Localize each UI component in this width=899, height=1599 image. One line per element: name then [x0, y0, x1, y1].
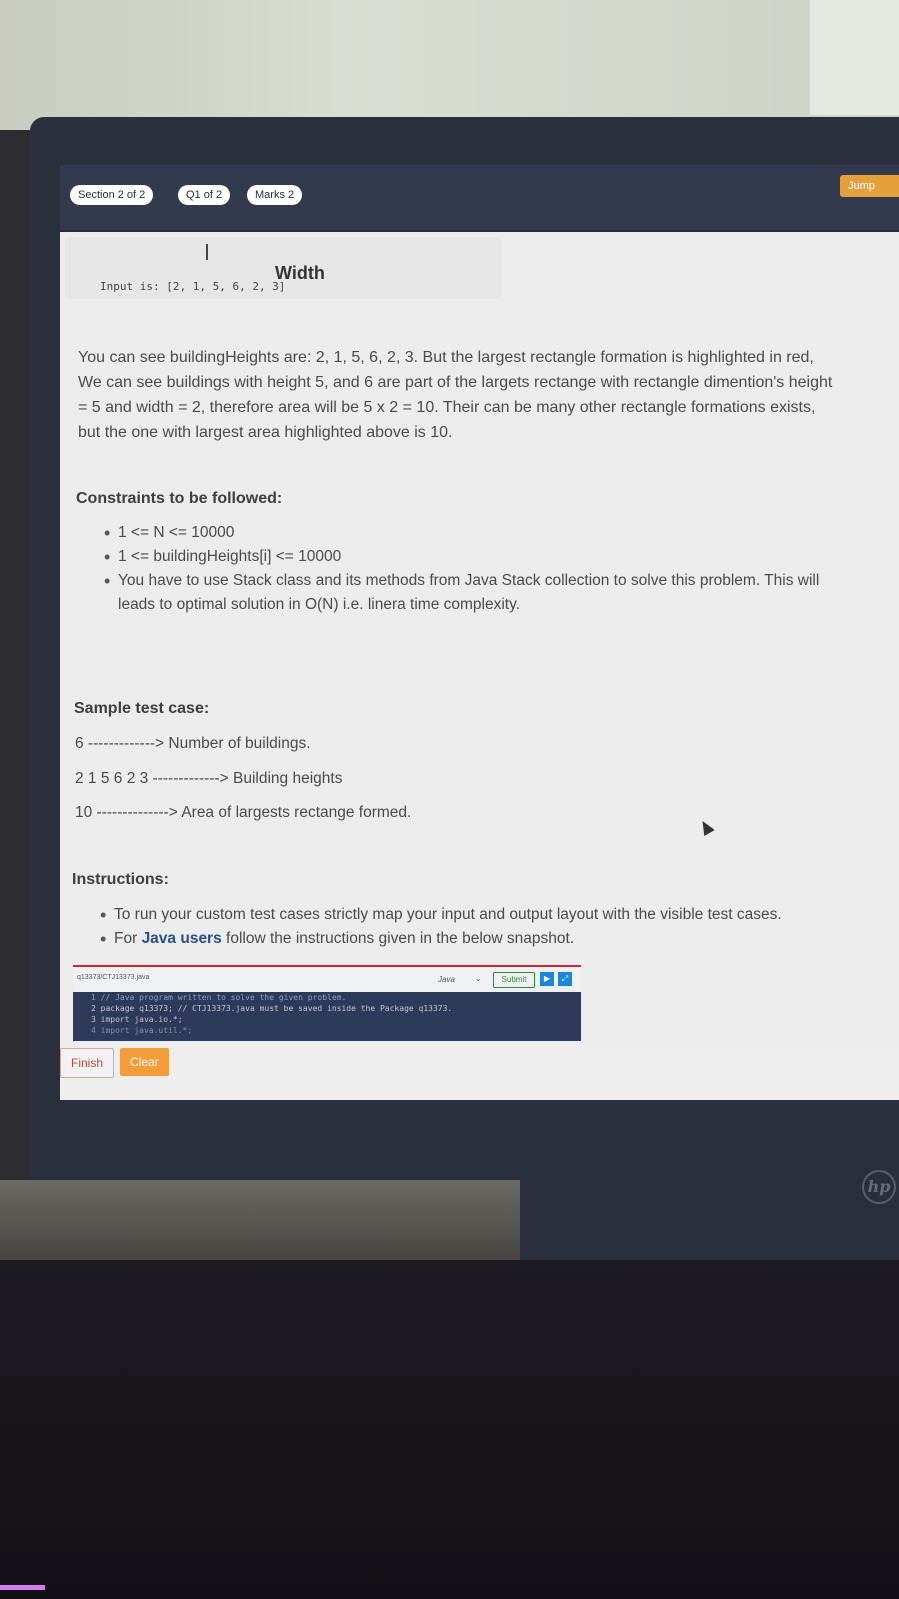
code-line: 4 import java.util.*;	[91, 1026, 193, 1035]
constraint-item: 1 <= buildingHeights[i] <= 10000	[78, 545, 838, 569]
mouse-pointer-icon	[697, 817, 715, 837]
wall-background	[0, 0, 899, 130]
hp-logo: hp	[862, 1170, 896, 1204]
sample-heading: Sample test case:	[74, 700, 210, 717]
editor-toolbar: q13373/CTJ13373.java Java ⌄ Submit ▶ ⤢	[73, 965, 581, 992]
code-line: 2 package q13373; // CTJ13373.java must …	[91, 1004, 453, 1013]
led-light	[0, 1585, 45, 1590]
instruction-item: To run your custom test cases strictly m…	[74, 903, 874, 927]
marks-badge: Marks 2	[247, 185, 303, 205]
snapshot-language: Java	[438, 975, 455, 984]
instructions-heading: Instructions:	[72, 871, 169, 888]
sample-line: 6 -------------> Number of buildings.	[75, 735, 311, 752]
exam-header: Section 2 of 2 Q1 of 2 Marks 2 Jump	[60, 165, 899, 230]
desk-foreground	[0, 1260, 899, 1599]
constraints-heading: Constraints to be followed:	[76, 490, 283, 507]
constraint-item: You have to use Stack class and its meth…	[78, 569, 838, 617]
instruction-item: For Java users follow the instructions g…	[74, 927, 874, 951]
figure-image: Width Input is: [2, 1, 5, 6, 2, 3]	[65, 237, 501, 299]
chevron-down-icon: ⌄	[475, 974, 482, 983]
java-users-label: Java users	[141, 930, 222, 947]
code-line: 3 import java.io.*;	[91, 1015, 183, 1024]
editor-snapshot: q13373/CTJ13373.java Java ⌄ Submit ▶ ⤢ 1…	[73, 965, 581, 1041]
play-icon: ▶	[540, 972, 554, 986]
sample-line: 10 --------------> Area of largests rect…	[75, 804, 412, 821]
code-line: 1 // Java program written to solve the g…	[91, 993, 347, 1002]
snapshot-submit: Submit	[493, 972, 535, 988]
instructions-list: To run your custom test cases strictly m…	[74, 903, 874, 951]
expand-icon: ⤢	[558, 972, 572, 986]
question-badge[interactable]: Q1 of 2	[178, 185, 231, 205]
section-badge[interactable]: Section 2 of 2	[70, 185, 154, 205]
figure-input-label: Input is: [2, 1, 5, 6, 2, 3]	[100, 280, 286, 293]
constraint-item: 1 <= N <= 10000	[78, 521, 838, 545]
problem-description: You can see buildingHeights are: 2, 1, 5…	[78, 349, 833, 441]
text-cursor	[206, 244, 208, 260]
wall-light	[810, 0, 899, 115]
finish-button[interactable]: Finish	[60, 1048, 115, 1078]
clear-button[interactable]: Clear	[120, 1048, 169, 1076]
question-panel: Width Input is: [2, 1, 5, 6, 2, 3] You c…	[60, 232, 899, 1048]
jump-button[interactable]: Jump	[840, 175, 899, 197]
snapshot-filename: q13373/CTJ13373.java	[77, 974, 150, 981]
action-footer: Finish Clear	[60, 1048, 899, 1100]
sample-line: 2 1 5 6 2 3 -------------> Building heig…	[75, 770, 343, 787]
constraints-list: 1 <= N <= 10000 1 <= buildingHeights[i] …	[78, 521, 838, 617]
